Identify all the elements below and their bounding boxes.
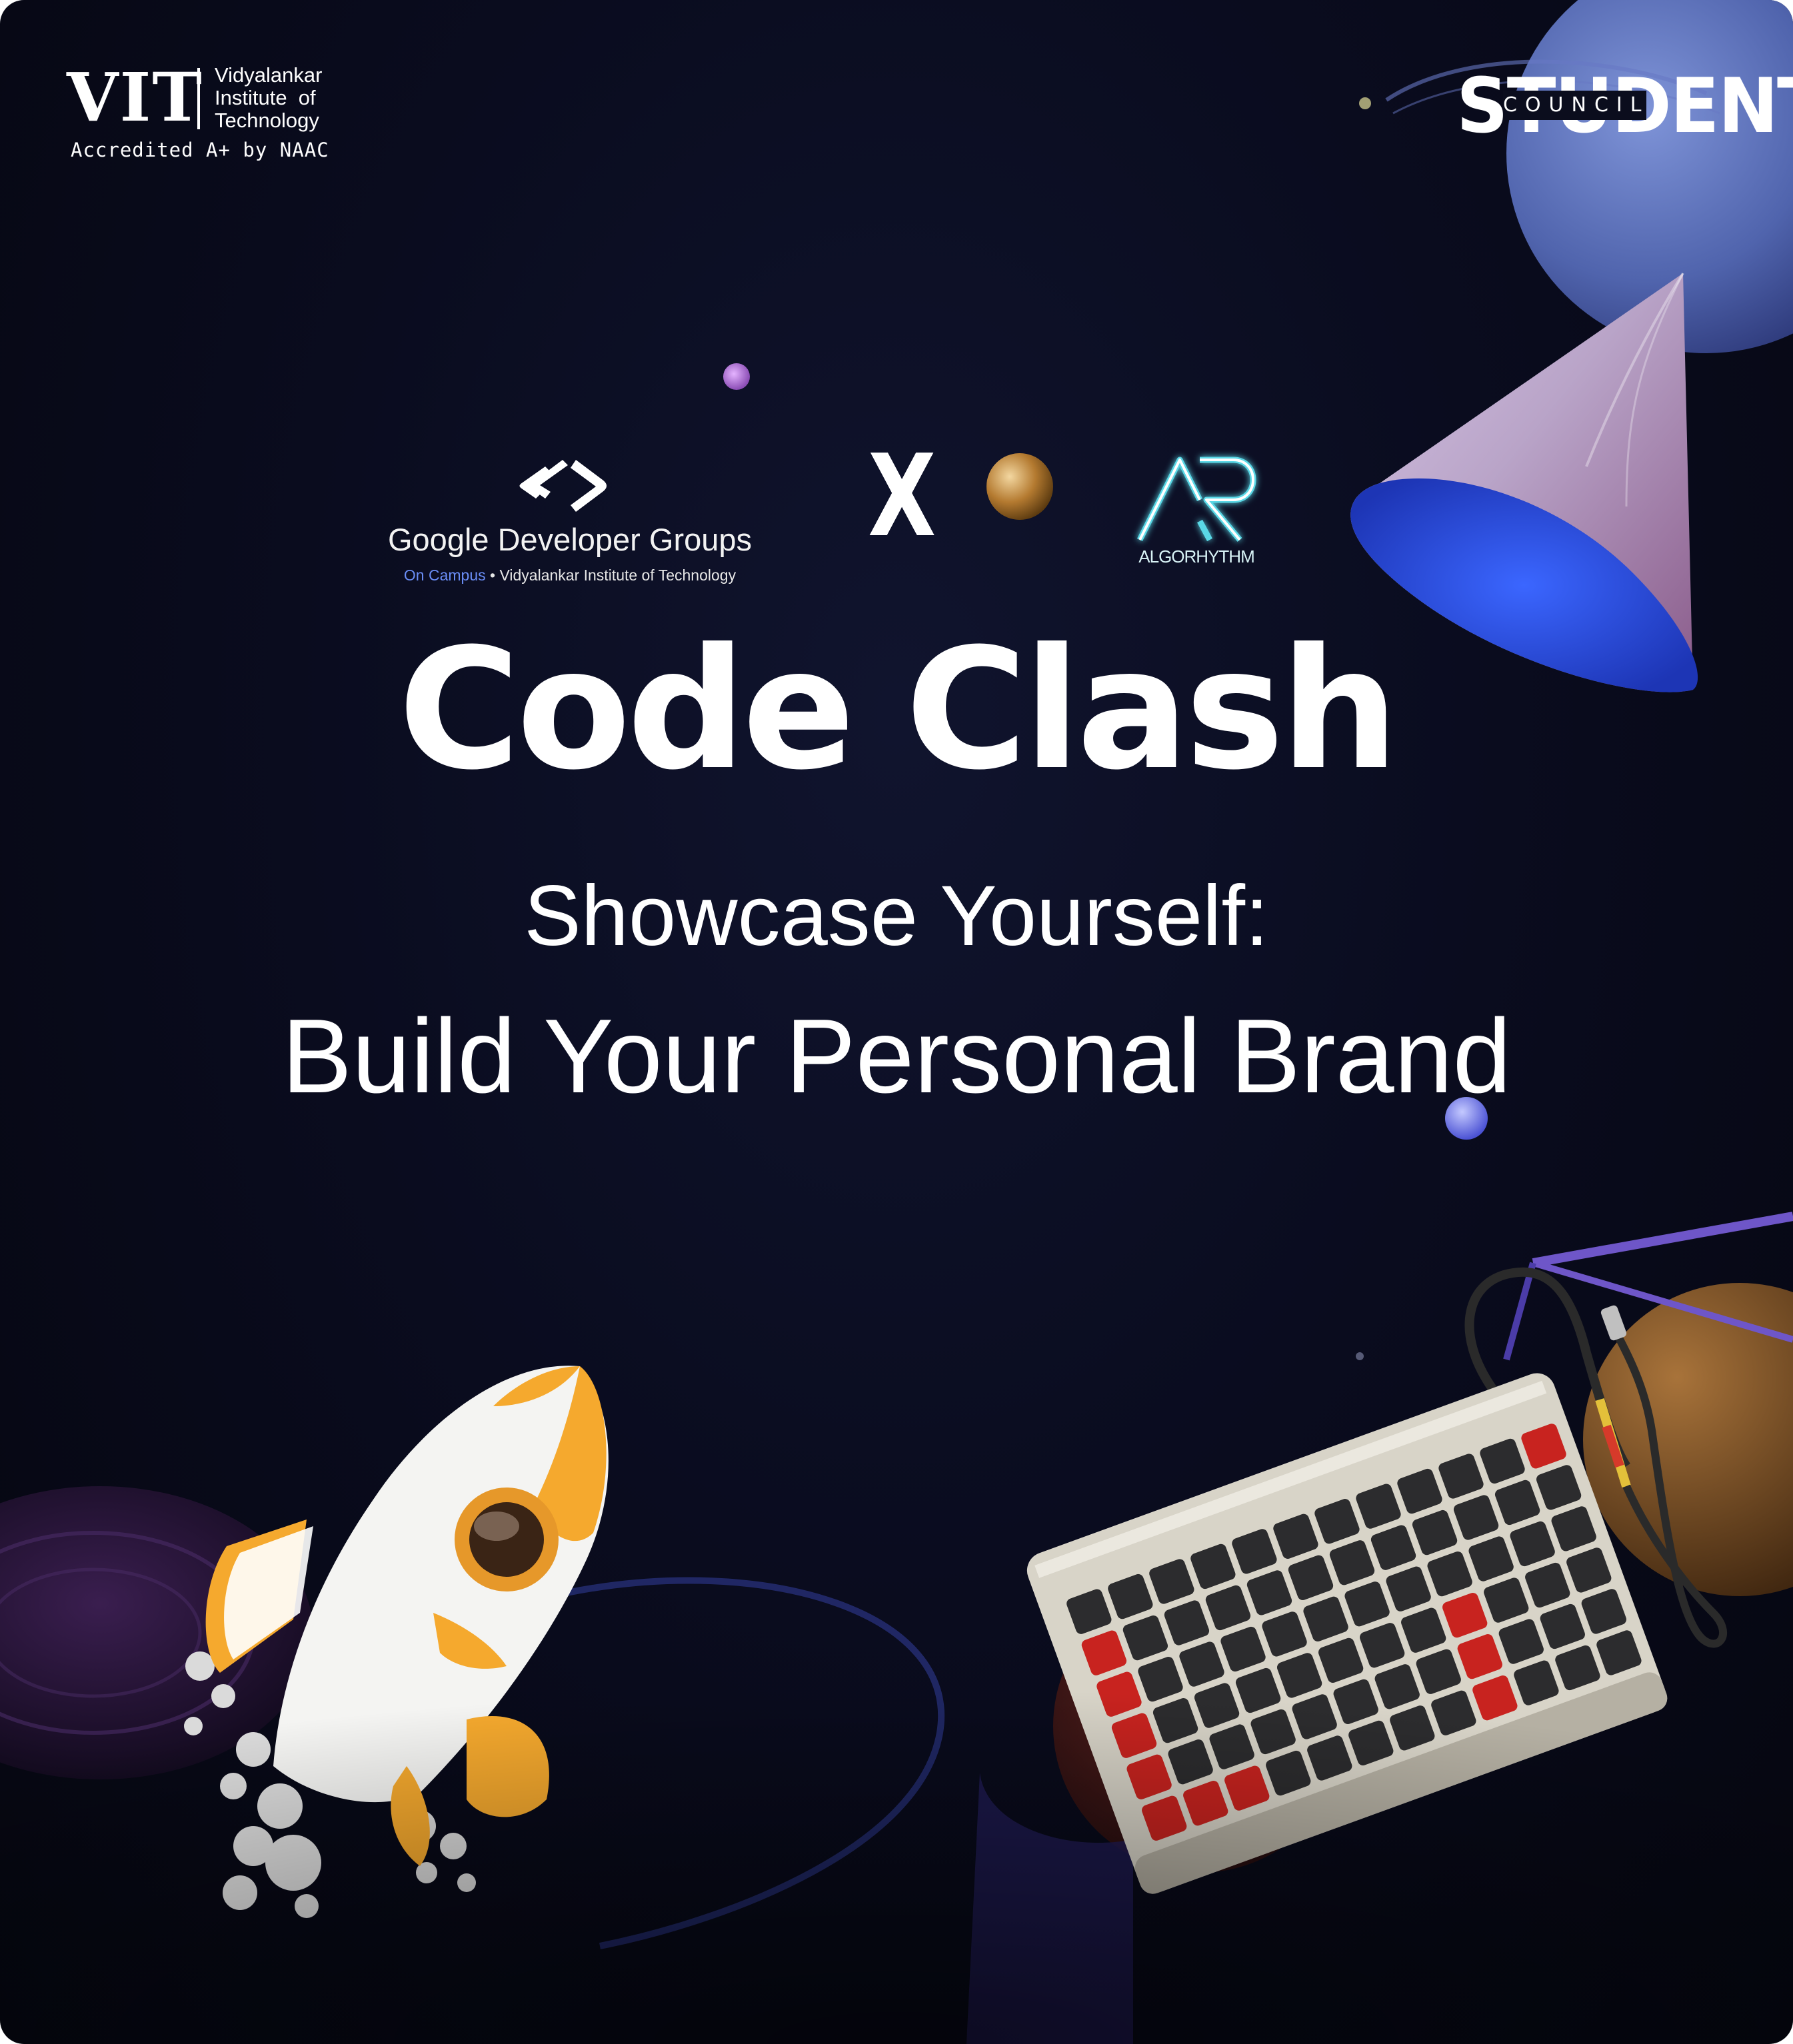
vit-institute-name: Vidyalankar Institute of Technology: [215, 64, 335, 132]
vit-name-line-1: Vidyalankar: [215, 63, 323, 87]
algorhythm-wordmark: ALGORHYTHM: [1138, 546, 1254, 566]
vit-accreditation: Accredited A+ by NAAC: [71, 139, 329, 161]
poster: VIT Vidyalankar Institute of Technology …: [0, 0, 1793, 2044]
vit-mark: VIT: [67, 58, 203, 137]
collab-x-mark: X: [868, 431, 936, 562]
subtitle-line-2: Build Your Personal Brand: [281, 998, 1512, 1115]
ar-monogram-icon: [1136, 457, 1256, 542]
student-council-subword: COUNCIL: [1503, 91, 1646, 120]
gdg-subtitle-prefix: On Campus: [403, 566, 486, 584]
gdg-subtitle-rest: • Vidyalankar Institute of Technology: [485, 566, 737, 584]
gdg-logo: Google Developer Groups On Campus • Vidy…: [360, 453, 780, 593]
subtitle-line-1: Showcase Yourself:: [524, 868, 1269, 964]
vit-divider: [197, 68, 200, 129]
event-title: Code Clash: [398, 612, 1398, 806]
vit-logo: VIT Vidyalankar Institute of Technology …: [67, 64, 333, 171]
gdg-title: Google Developer Groups: [387, 522, 753, 557]
student-council-logo: STUDENT COUNCIL: [1456, 64, 1793, 153]
algorhythm-logo: ALGORHYTHM: [1126, 447, 1266, 573]
vit-name-line-3: Technology: [215, 109, 319, 132]
gdg-brackets-icon: [519, 460, 607, 512]
gdg-subtitle: On Campus • Vidyalankar Institute of Tec…: [360, 566, 780, 584]
vit-name-line-2: Institute of: [215, 86, 316, 109]
planet-icon: [1385, 0, 1793, 353]
